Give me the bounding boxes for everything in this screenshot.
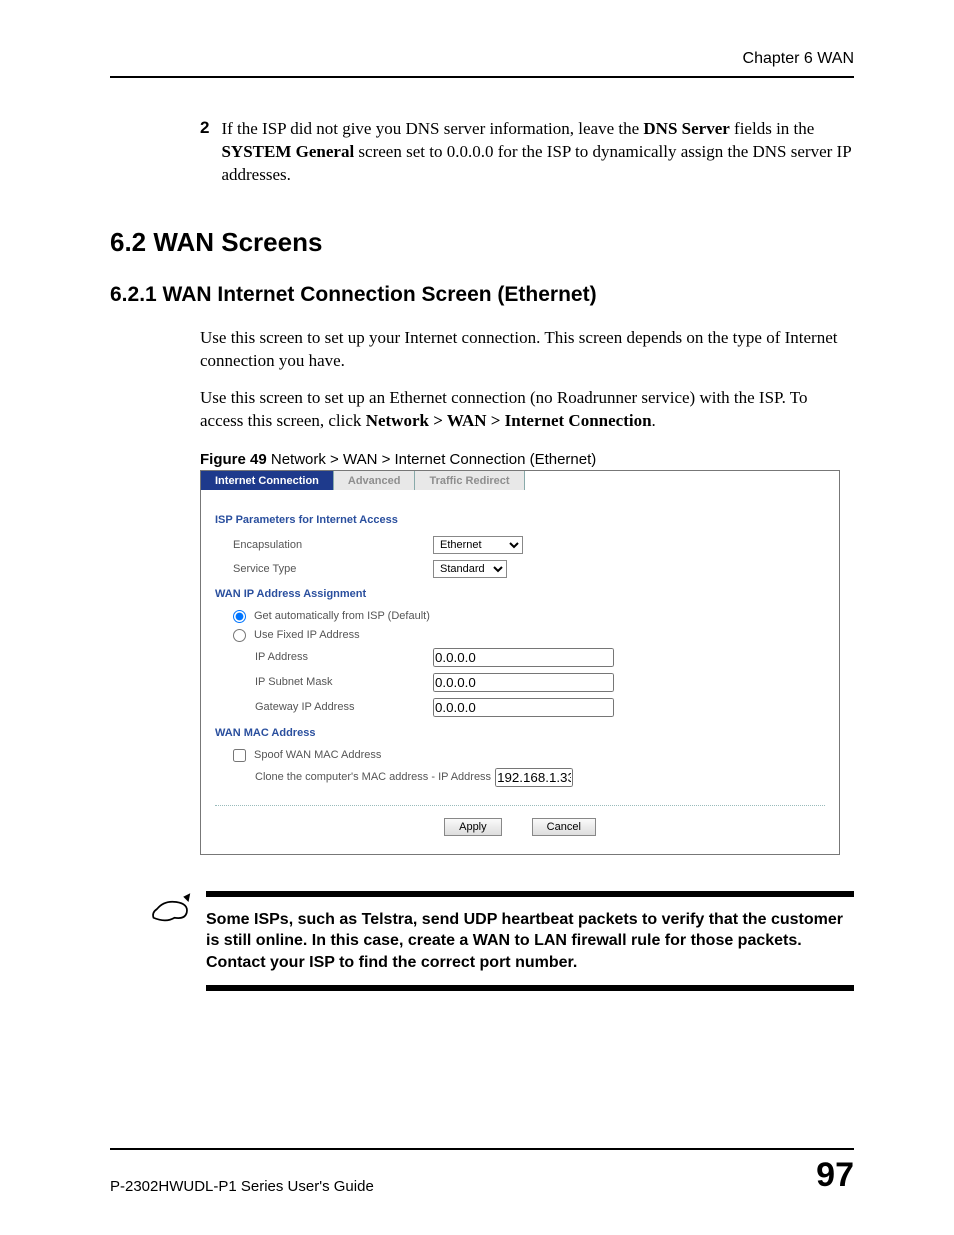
service-type-label: Service Type xyxy=(233,563,433,575)
figure-text: Network > WAN > Internet Connection (Eth… xyxy=(267,451,597,468)
spoof-mac-label: Spoof WAN MAC Address xyxy=(254,749,381,761)
button-bar: Apply Cancel xyxy=(215,805,825,836)
row-service-type: Service Type Standard xyxy=(233,560,825,578)
step-text-pre: If the ISP did not give you DNS server i… xyxy=(221,119,643,138)
radio-fixed-row: Use Fixed IP Address xyxy=(233,629,825,642)
step-text: If the ISP did not give you DNS server i… xyxy=(221,118,854,187)
row-spoof-mac: Spoof WAN MAC Address xyxy=(233,749,825,762)
system-general-bold: SYSTEM General xyxy=(221,142,354,161)
page-number: 97 xyxy=(816,1156,854,1195)
radio-use-fixed[interactable] xyxy=(233,629,246,642)
clone-ip-input[interactable] xyxy=(495,768,573,787)
heading-6-2-1: 6.2.1 WAN Internet Connection Screen (Et… xyxy=(110,283,854,307)
note-block: Some ISPs, such as Telstra, send UDP hea… xyxy=(150,891,854,992)
gateway-label: Gateway IP Address xyxy=(255,701,433,713)
encapsulation-label: Encapsulation xyxy=(233,539,433,551)
encapsulation-select[interactable]: Ethernet xyxy=(433,536,523,554)
tab-traffic-redirect[interactable]: Traffic Redirect xyxy=(415,471,524,490)
section-wan-mac: WAN MAC Address xyxy=(215,727,825,739)
spoof-mac-checkbox[interactable] xyxy=(233,749,246,762)
row-ip-address: IP Address xyxy=(255,648,825,667)
page-header: Chapter 6 WAN xyxy=(110,50,854,78)
radio-use-fixed-label: Use Fixed IP Address xyxy=(254,629,360,641)
radio-get-auto[interactable] xyxy=(233,610,246,623)
subnet-mask-label: IP Subnet Mask xyxy=(255,676,433,688)
cancel-button[interactable]: Cancel xyxy=(532,818,596,836)
figure-label: Figure 49 xyxy=(200,451,267,468)
figure-caption: Figure 49 Network > WAN > Internet Conne… xyxy=(200,451,854,468)
row-clone-mac: Clone the computer's MAC address - IP Ad… xyxy=(255,768,825,787)
note-text: Some ISPs, such as Telstra, send UDP hea… xyxy=(206,891,854,992)
section-isp-params: ISP Parameters for Internet Access xyxy=(215,514,825,526)
screenshot-panel: Internet Connection Advanced Traffic Red… xyxy=(200,470,840,855)
heading-6-2: 6.2 WAN Screens xyxy=(110,227,854,258)
row-encapsulation: Encapsulation Ethernet xyxy=(233,536,825,554)
row-gateway: Gateway IP Address xyxy=(255,698,825,717)
tab-advanced[interactable]: Advanced xyxy=(334,471,416,490)
subnet-mask-input[interactable] xyxy=(433,673,614,692)
ip-address-label: IP Address xyxy=(255,651,433,663)
clone-mac-label: Clone the computer's MAC address - IP Ad… xyxy=(255,771,491,783)
step-text-mid: fields in the xyxy=(730,119,815,138)
step-2: 2 If the ISP did not give you DNS server… xyxy=(200,118,854,187)
note-icon xyxy=(150,891,192,932)
apply-button[interactable]: Apply xyxy=(444,818,502,836)
paragraph-1: Use this screen to set up your Internet … xyxy=(200,327,854,373)
dns-server-bold: DNS Server xyxy=(643,119,729,138)
tab-bar: Internet Connection Advanced Traffic Red… xyxy=(201,471,839,490)
row-subnet-mask: IP Subnet Mask xyxy=(255,673,825,692)
step-number: 2 xyxy=(200,118,209,187)
gateway-input[interactable] xyxy=(433,698,614,717)
ip-address-input[interactable] xyxy=(433,648,614,667)
footer-guide-title: P-2302HWUDL-P1 Series User's Guide xyxy=(110,1178,374,1195)
chapter-label: Chapter 6 WAN xyxy=(743,50,854,68)
radio-get-auto-label: Get automatically from ISP (Default) xyxy=(254,610,430,622)
paragraph-2: Use this screen to set up an Ethernet co… xyxy=(200,387,854,433)
page-footer: P-2302HWUDL-P1 Series User's Guide 97 xyxy=(110,1148,854,1195)
service-type-select[interactable]: Standard xyxy=(433,560,507,578)
p2-post: . xyxy=(652,411,656,430)
tab-internet-connection[interactable]: Internet Connection xyxy=(201,471,334,490)
section-wan-ip: WAN IP Address Assignment xyxy=(215,588,825,600)
radio-auto-row: Get automatically from ISP (Default) xyxy=(233,610,825,623)
form-panel: ISP Parameters for Internet Access Encap… xyxy=(201,490,839,854)
breadcrumb-path: Network > WAN > Internet Connection xyxy=(366,411,652,430)
